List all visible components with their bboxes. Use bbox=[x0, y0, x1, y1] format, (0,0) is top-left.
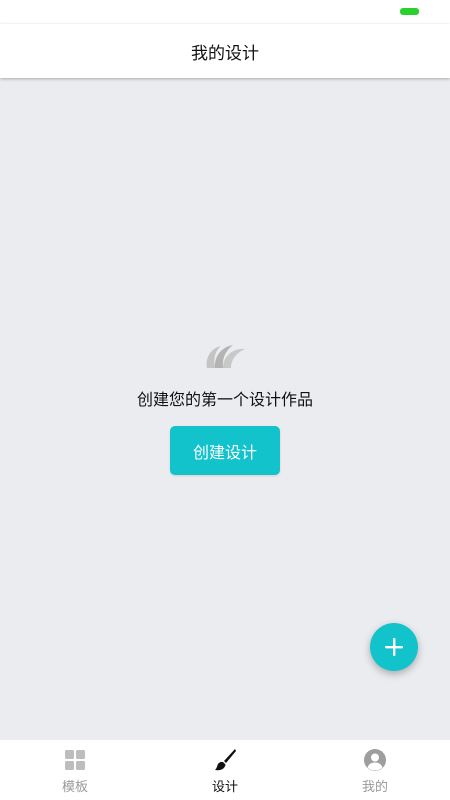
paintbrush-icon bbox=[215, 749, 236, 771]
page-title: 我的设计 bbox=[191, 43, 259, 64]
battery-icon bbox=[400, 8, 419, 15]
status-bar bbox=[0, 0, 450, 24]
main-content: 创建您的第一个设计作品 创建设计 bbox=[0, 78, 450, 740]
tab-mine[interactable]: 我的 bbox=[300, 740, 450, 800]
tab-mine-label: 我的 bbox=[361, 780, 388, 795]
tab-design-label: 设计 bbox=[211, 780, 238, 795]
tab-design[interactable]: 设计 bbox=[150, 740, 300, 800]
app-header: 我的设计 bbox=[0, 24, 450, 78]
tab-templates-label: 模板 bbox=[61, 780, 88, 795]
create-design-button[interactable]: 创建设计 bbox=[170, 426, 280, 475]
grid-icon bbox=[65, 750, 85, 770]
user-icon bbox=[364, 749, 386, 771]
empty-state-message: 创建您的第一个设计作品 bbox=[136, 390, 313, 409]
plus-icon bbox=[385, 638, 403, 656]
bottom-tab-bar: 模板 设计 我的 bbox=[0, 740, 450, 800]
brush-strokes-icon bbox=[206, 345, 245, 368]
add-button[interactable] bbox=[370, 623, 418, 671]
tab-templates[interactable]: 模板 bbox=[0, 740, 150, 800]
